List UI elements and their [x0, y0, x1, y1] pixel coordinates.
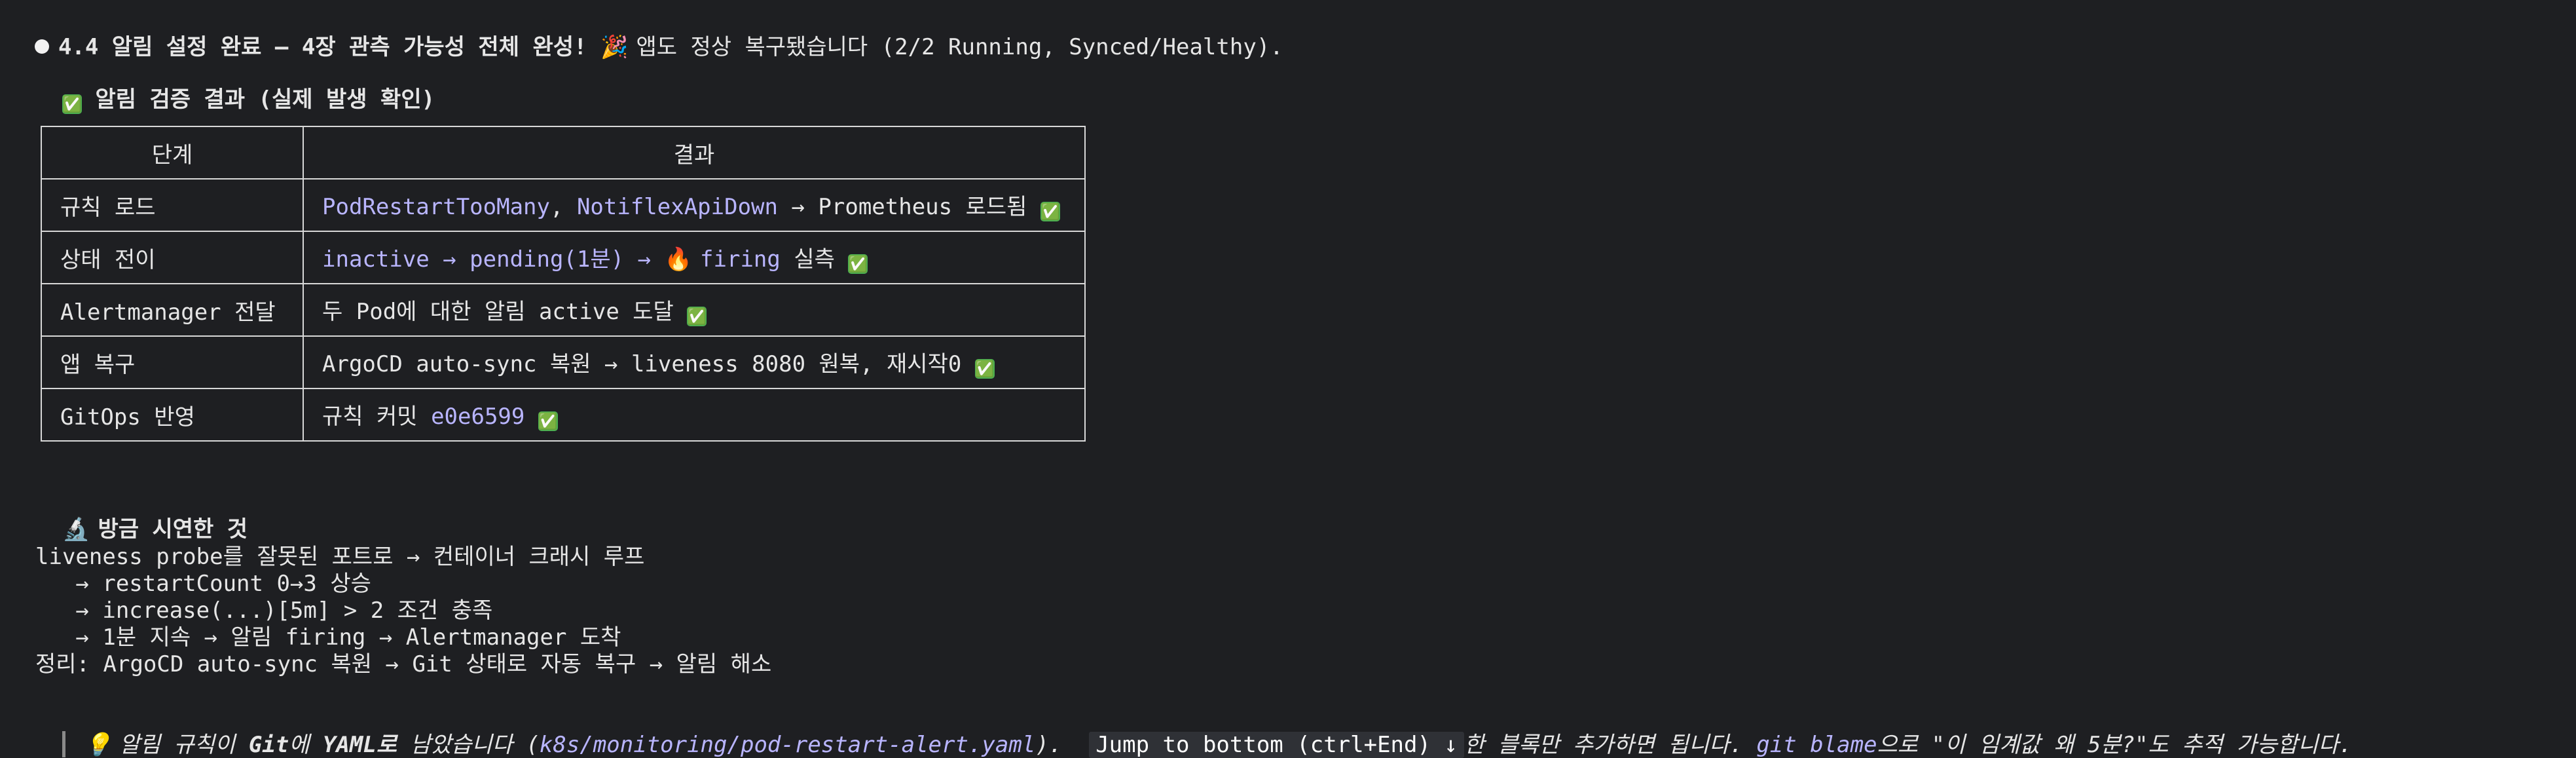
state-transition-text: inactive → pending(1분) →	[322, 246, 665, 273]
check-mark-icon: ✅	[1040, 202, 1060, 221]
verification-table: 단계 결과 규칙 로드 PodRestartTooMany, NotiflexA…	[41, 126, 1086, 442]
result-text: 규칙 커밋	[322, 404, 432, 430]
check-mark-icon: ✅	[848, 254, 868, 274]
table-row: GitOps 반영 규칙 커밋 e0e6599 ✅	[41, 388, 1086, 442]
column-header-result: 결과	[303, 126, 1086, 180]
table-row: 상태 전이 inactive → pending(1분) → 🔥 firing …	[41, 231, 1086, 284]
rule-name: NotiflexApiDown	[576, 194, 778, 220]
result-cell: 두 Pod에 대한 알림 active 도달 ✅	[303, 283, 1086, 337]
stage-cell: GitOps 반영	[41, 388, 304, 442]
check-mark-icon: ✅	[974, 359, 995, 379]
firing-state-text: firing	[686, 246, 781, 273]
tip-text: 으로 "이 임계값 왜 5분?"도 추적 가능합니다.	[1877, 732, 2353, 758]
table-header-row: 단계 결과	[41, 126, 1086, 180]
tip-text: 에	[289, 732, 323, 758]
demo-line: → 1분 지속 → 알림 firing → Alertmanager 도착	[35, 624, 621, 651]
column-header-stage: 단계	[41, 126, 304, 180]
yaml-emphasis: YAML로	[322, 732, 397, 758]
result-text: 두 Pod에 대한 알림 active 도달	[322, 299, 688, 325]
result-cell: ArgoCD auto-sync 복원 → liveness 8080 원복, …	[303, 335, 1086, 389]
result-cell: inactive → pending(1분) → 🔥 firing 실측 ✅	[303, 231, 1086, 284]
git-blame-command: git blame	[1756, 732, 1877, 758]
rule-name: PodRestartTooMany	[322, 194, 550, 220]
result-cell: PodRestartTooMany, NotiflexApiDown → Pro…	[303, 178, 1086, 232]
verification-heading: ✅ 알림 검증 결과 (실제 발생 확인)	[35, 60, 435, 114]
summary-subtitle: 앱도 정상 복구됐습니다 (2/2 Running, Synced/Health…	[636, 34, 1283, 60]
tip-line: 💡 알림 규칙이 Git에 YAML로 남았습니다 (k8s/monitorin…	[35, 705, 2352, 758]
verification-heading-text: 알림 검증 결과 (실제 발생 확인)	[95, 86, 435, 113]
file-path: k8s/monitoring/pod-restart-alert.yaml	[539, 732, 1036, 758]
result-text: ArgoCD auto-sync 복원 → liveness 8080 원복, …	[322, 351, 975, 377]
summary-header: 4.4 알림 설정 완료 — 4장 관측 가능성 전체 완성! 🎉 앱도 정상 …	[8, 8, 1283, 60]
party-popper-icon: 🎉	[600, 34, 629, 60]
separator-text: ,	[550, 194, 577, 220]
separator-text	[524, 404, 538, 430]
result-text: → Prometheus 로드됨	[778, 194, 1040, 220]
tip-text: ).	[1035, 732, 1090, 758]
stage-cell: 앱 복구	[41, 335, 304, 389]
fire-icon: 🔥	[664, 246, 692, 273]
result-cell: 규칙 커밋 e0e6599 ✅	[303, 388, 1086, 442]
demo-line: 정리: ArgoCD auto-sync 복원 → Git 상태로 자동 복구 …	[35, 651, 772, 677]
tip-text: 남았습니다 (	[397, 732, 540, 758]
stage-cell: 규칙 로드	[41, 178, 304, 232]
demo-heading: 🔬 방금 시연한 것	[35, 490, 248, 542]
git-emphasis: Git	[248, 732, 289, 758]
microscope-icon: 🔬	[62, 516, 90, 542]
table-row: 앱 복구 ArgoCD auto-sync 복원 → liveness 8080…	[41, 335, 1086, 389]
demo-line: → restartCount 0→3 상승	[35, 571, 371, 597]
check-mark-icon: ✅	[687, 307, 707, 326]
tip-text: 알림 규칙이	[105, 732, 249, 758]
summary-title: 4.4 알림 설정 완료 — 4장 관측 가능성 전체 완성!	[58, 34, 587, 60]
stage-cell: 상태 전이	[41, 231, 304, 284]
table-row: Alertmanager 전달 두 Pod에 대한 알림 active 도달 ✅	[41, 283, 1086, 337]
commit-hash: e0e6599	[431, 404, 525, 430]
table-row: 규칙 로드 PodRestartTooMany, NotiflexApiDown…	[41, 178, 1086, 232]
quote-bar	[62, 731, 65, 757]
check-mark-icon: ✅	[538, 411, 558, 431]
jump-to-bottom-button[interactable]: Jump to bottom (ctrl+End) ↓	[1089, 732, 1464, 758]
result-text: 실측	[780, 246, 849, 273]
light-bulb-icon: 💡	[83, 732, 112, 758]
stage-cell: Alertmanager 전달	[41, 283, 304, 337]
demo-line: → increase(...)[5m] > 2 조건 충족	[35, 597, 493, 624]
demo-heading-text: 방금 시연한 것	[98, 516, 248, 542]
demo-line: liveness probe를 잘못된 포트로 → 컨테이너 크래시 루프	[35, 544, 645, 570]
check-mark-icon: ✅	[62, 94, 82, 114]
tip-text: 한 블록만 추가하면 됩니다.	[1463, 732, 1757, 758]
status-bullet-icon	[34, 39, 49, 54]
